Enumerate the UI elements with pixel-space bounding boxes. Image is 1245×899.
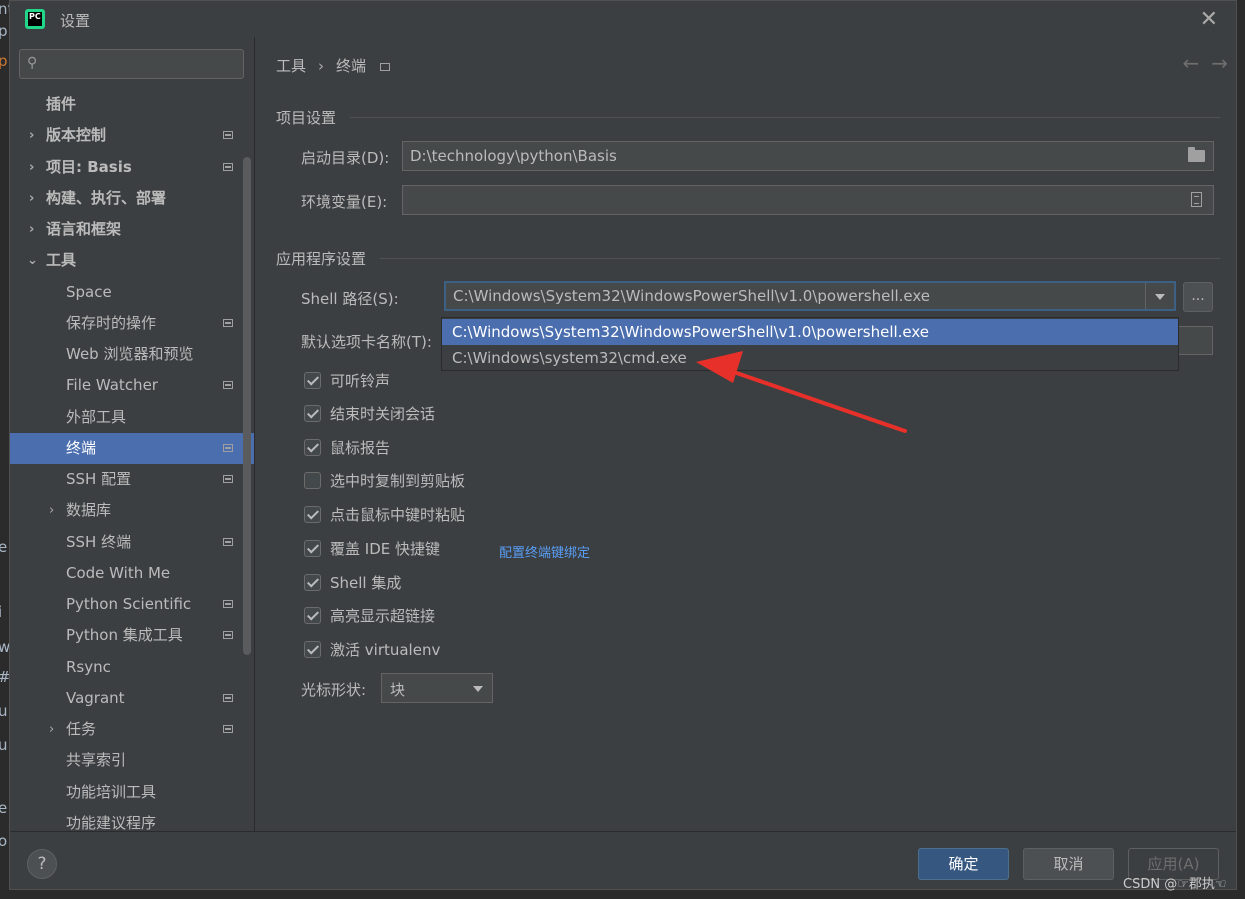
sidebar-item-space[interactable]: Space xyxy=(10,277,254,308)
checkbox[interactable] xyxy=(304,472,321,489)
shell-path-label: Shell 路径(S): xyxy=(301,290,399,308)
project-scope-icon xyxy=(223,444,233,452)
sidebar-item-save-actions[interactable]: 保存时的操作 xyxy=(10,308,254,339)
project-scope-icon xyxy=(223,600,233,608)
sidebar-item-vcs[interactable]: › 版本控制 xyxy=(10,120,254,151)
checkbox[interactable] xyxy=(304,439,321,456)
sidebar-item-tasks[interactable]: › 任务 xyxy=(10,714,254,745)
project-settings-title: 项目设置 xyxy=(276,109,337,127)
sidebar-item-python-scientific[interactable]: Python Scientific xyxy=(10,589,254,620)
chevron-right-icon[interactable]: › xyxy=(49,714,54,745)
checkbox[interactable] xyxy=(304,372,321,389)
sidebar-scrollbar[interactable] xyxy=(243,157,251,655)
checkbox[interactable] xyxy=(304,574,321,591)
sidebar-item-code-with-me[interactable]: Code With Me xyxy=(10,558,254,589)
tab-name-label: 默认选项卡名称(T): xyxy=(301,333,432,351)
sidebar-item-build[interactable]: › 构建、执行、部署 xyxy=(10,183,254,214)
dialog-footer: ? 确定 取消 应用(A) xyxy=(10,831,1236,891)
app-settings-title: 应用程序设置 xyxy=(276,250,367,268)
sidebar-item-vagrant[interactable]: Vagrant xyxy=(10,683,254,714)
forward-arrow-icon[interactable]: → xyxy=(1211,51,1228,75)
project-scope-icon xyxy=(223,538,233,546)
tab-name-field[interactable] xyxy=(1176,326,1213,355)
edit-list-icon[interactable] xyxy=(1191,192,1202,207)
title-bar: PC 设置 ✕ xyxy=(10,1,1236,37)
sidebar-item-ssh-terminal[interactable]: SSH 终端 xyxy=(10,527,254,558)
shell-option-cmd[interactable]: C:\Windows\system32\cmd.exe xyxy=(442,345,1178,371)
env-vars-label: 环境变量(E): xyxy=(301,193,388,211)
sidebar-item-database[interactable]: › 数据库 xyxy=(10,495,254,526)
settings-dialog: PC 设置 ✕ ⚲ 插件 › 版本控制 › 项目: Basis › 构建、执行、部署 … xyxy=(9,0,1237,890)
checkbox[interactable] xyxy=(304,540,321,557)
shell-path-combo[interactable]: C:\Windows\System32\WindowsPowerShell\v1… xyxy=(444,281,1176,311)
project-scope-icon xyxy=(223,381,233,389)
breadcrumb-current: 终端 xyxy=(336,57,367,75)
project-scope-icon xyxy=(223,163,233,171)
sidebar-item-plugins[interactable]: 插件 xyxy=(10,89,254,120)
chevron-down-icon[interactable] xyxy=(1145,283,1174,309)
close-button[interactable]: ✕ xyxy=(1200,7,1218,32)
pycharm-logo-icon: PC xyxy=(25,9,45,29)
sidebar-item-external-tools[interactable]: 外部工具 xyxy=(10,402,254,433)
chevron-right-icon[interactable]: › xyxy=(29,152,34,183)
browse-button[interactable]: ... xyxy=(1183,282,1213,312)
chevron-down-icon[interactable]: ⌄ xyxy=(27,245,38,276)
env-vars-field[interactable] xyxy=(402,185,1214,215)
sidebar-item-languages[interactable]: › 语言和框架 xyxy=(10,214,254,245)
help-button[interactable]: ? xyxy=(27,849,57,879)
chevron-right-icon[interactable]: › xyxy=(29,120,34,151)
watermark: CSDN @☞郡执☜ xyxy=(1123,877,1227,892)
sidebar-item-file-watcher[interactable]: File Watcher xyxy=(10,370,254,401)
sidebar-item-python-integrated-tools[interactable]: Python 集成工具 xyxy=(10,620,254,651)
project-scope-icon xyxy=(223,475,233,483)
sidebar-item-terminal[interactable]: 终端 xyxy=(10,433,254,464)
chevron-right-icon[interactable]: › xyxy=(29,183,34,214)
folder-icon[interactable] xyxy=(1188,147,1205,162)
cursor-shape-label: 光标形状: xyxy=(301,681,367,699)
breadcrumb: 工具 › 终端 xyxy=(276,55,391,76)
checkbox[interactable] xyxy=(304,506,321,523)
project-scope-icon xyxy=(223,319,233,327)
checkbox[interactable] xyxy=(304,607,321,624)
sidebar-item-shared-indexes[interactable]: 共享索引 xyxy=(10,745,254,776)
project-scope-icon xyxy=(380,62,391,71)
sidebar-item-ssh-config[interactable]: SSH 配置 xyxy=(10,464,254,495)
settings-search[interactable]: ⚲ xyxy=(19,49,244,79)
project-scope-icon xyxy=(223,694,233,702)
back-arrow-icon[interactable]: ← xyxy=(1182,51,1199,75)
shell-option-powershell[interactable]: C:\Windows\System32\WindowsPowerShell\v1… xyxy=(442,319,1178,345)
sidebar-item-feature-suggester[interactable]: 功能建议程序 xyxy=(10,808,254,831)
start-dir-label: 启动目录(D): xyxy=(301,149,390,167)
checkbox[interactable] xyxy=(304,641,321,658)
shell-path-dropdown: C:\Windows\System32\WindowsPowerShell\v1… xyxy=(441,317,1179,371)
history-navigation: ← → xyxy=(1170,51,1228,75)
sidebar-item-web-browsers[interactable]: Web 浏览器和预览 xyxy=(10,339,254,370)
project-scope-icon xyxy=(223,131,233,139)
project-scope-icon xyxy=(223,725,233,733)
divider xyxy=(380,258,1220,259)
checkbox[interactable] xyxy=(304,405,321,422)
breadcrumb-parent[interactable]: 工具 xyxy=(276,57,306,75)
chevron-right-icon[interactable]: › xyxy=(49,495,54,526)
background-ide-edge: ntp.p eiw #uu eo xyxy=(0,0,9,899)
start-dir-field[interactable]: D:\technology\python\Basis xyxy=(402,141,1214,171)
sidebar-item-rsync[interactable]: Rsync xyxy=(10,652,254,683)
sidebar-item-feature-trainer[interactable]: 功能培训工具 xyxy=(10,777,254,808)
cancel-button[interactable]: 取消 xyxy=(1023,848,1114,880)
search-input[interactable] xyxy=(50,53,239,77)
ok-button[interactable]: 确定 xyxy=(918,848,1009,880)
sidebar-item-project[interactable]: › 项目: Basis xyxy=(10,152,254,183)
settings-sidebar: ⚲ 插件 › 版本控制 › 项目: Basis › 构建、执行、部署 › 语言和框架 ⌄… xyxy=(10,37,255,831)
chevron-right-icon[interactable]: › xyxy=(29,214,34,245)
window-title: 设置 xyxy=(60,12,91,30)
configure-keybindings-link[interactable]: 配置终端键绑定 xyxy=(499,542,590,561)
settings-content: 工具 › 终端 ← → 项目设置 启动目录(D): D:\technology\pyt… xyxy=(255,37,1238,831)
search-icon: ⚲ xyxy=(27,55,38,71)
project-scope-icon xyxy=(223,631,233,639)
sidebar-item-tools[interactable]: ⌄ 工具 xyxy=(10,245,254,276)
divider xyxy=(350,117,1220,118)
cursor-shape-select[interactable]: 块 xyxy=(381,673,493,703)
